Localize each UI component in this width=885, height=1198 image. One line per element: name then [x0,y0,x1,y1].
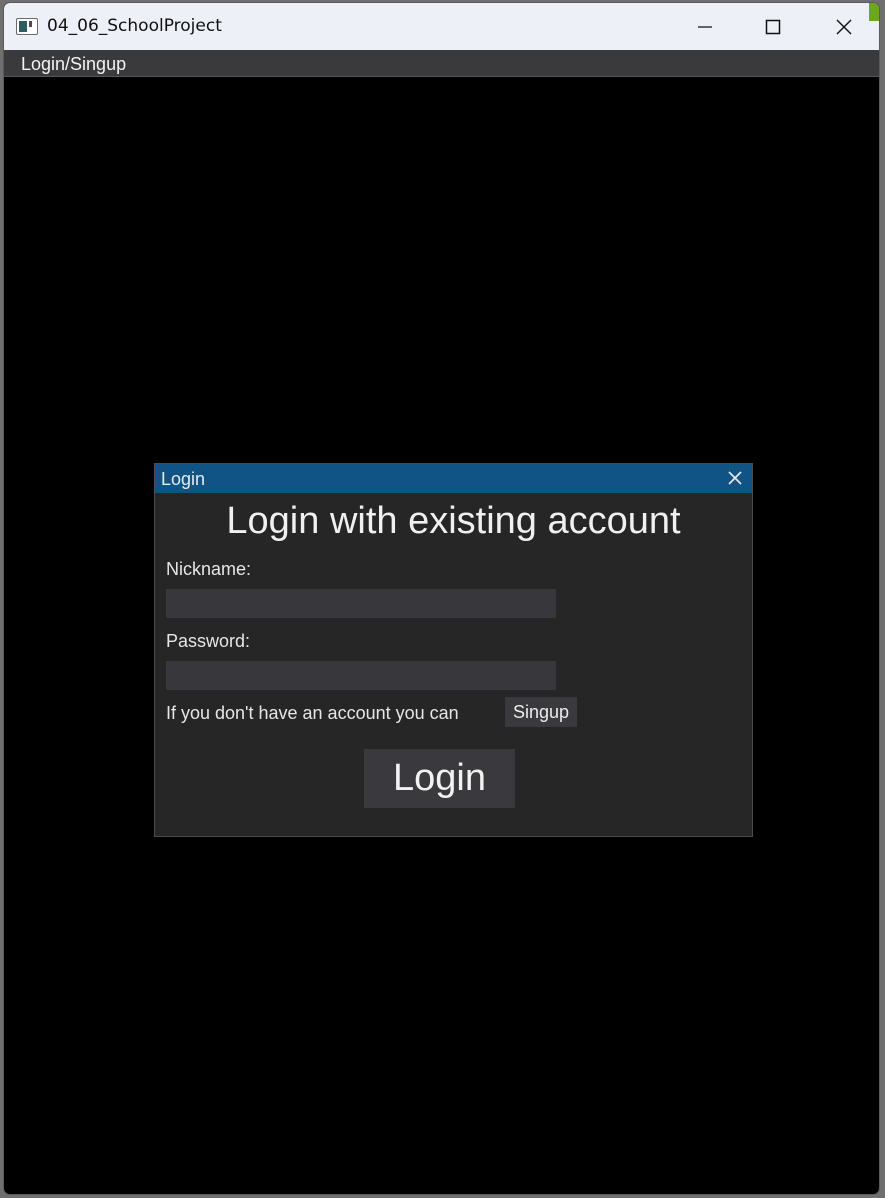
window-titlebar[interactable]: 04_06_SchoolProject [4,3,879,50]
close-button[interactable] [810,3,878,50]
dialog-close-icon[interactable] [726,469,744,487]
menu-item-login-signup[interactable]: Login/Singup [21,54,126,75]
signup-prompt: If you don't have an account you can [166,703,459,723]
password-input[interactable] [166,661,556,690]
signup-button[interactable]: Singup [505,697,577,727]
dialog-title: Login [161,469,206,489]
maximize-button[interactable] [739,3,807,50]
nickname-label: Nickname: [166,559,252,579]
login-button[interactable]: Login [364,749,515,808]
minimize-button[interactable] [671,3,739,50]
dialog-heading: Login with existing account [226,500,681,542]
dialog-titlebar[interactable]: Login [155,464,752,493]
app-icon [16,18,38,35]
menu-bar: Login/Singup [4,50,879,77]
app-window: 04_06_SchoolProject Login/Singup Login L… [3,2,880,1195]
login-dialog: Login Login with existing account Nickna… [154,463,753,837]
minimize-icon [698,25,712,28]
nickname-input[interactable] [166,589,556,618]
accent-strip [869,3,879,21]
window-title: 04_06_SchoolProject [47,16,222,36]
password-label: Password: [166,631,251,651]
maximize-icon [765,19,781,34]
close-icon [836,19,852,34]
